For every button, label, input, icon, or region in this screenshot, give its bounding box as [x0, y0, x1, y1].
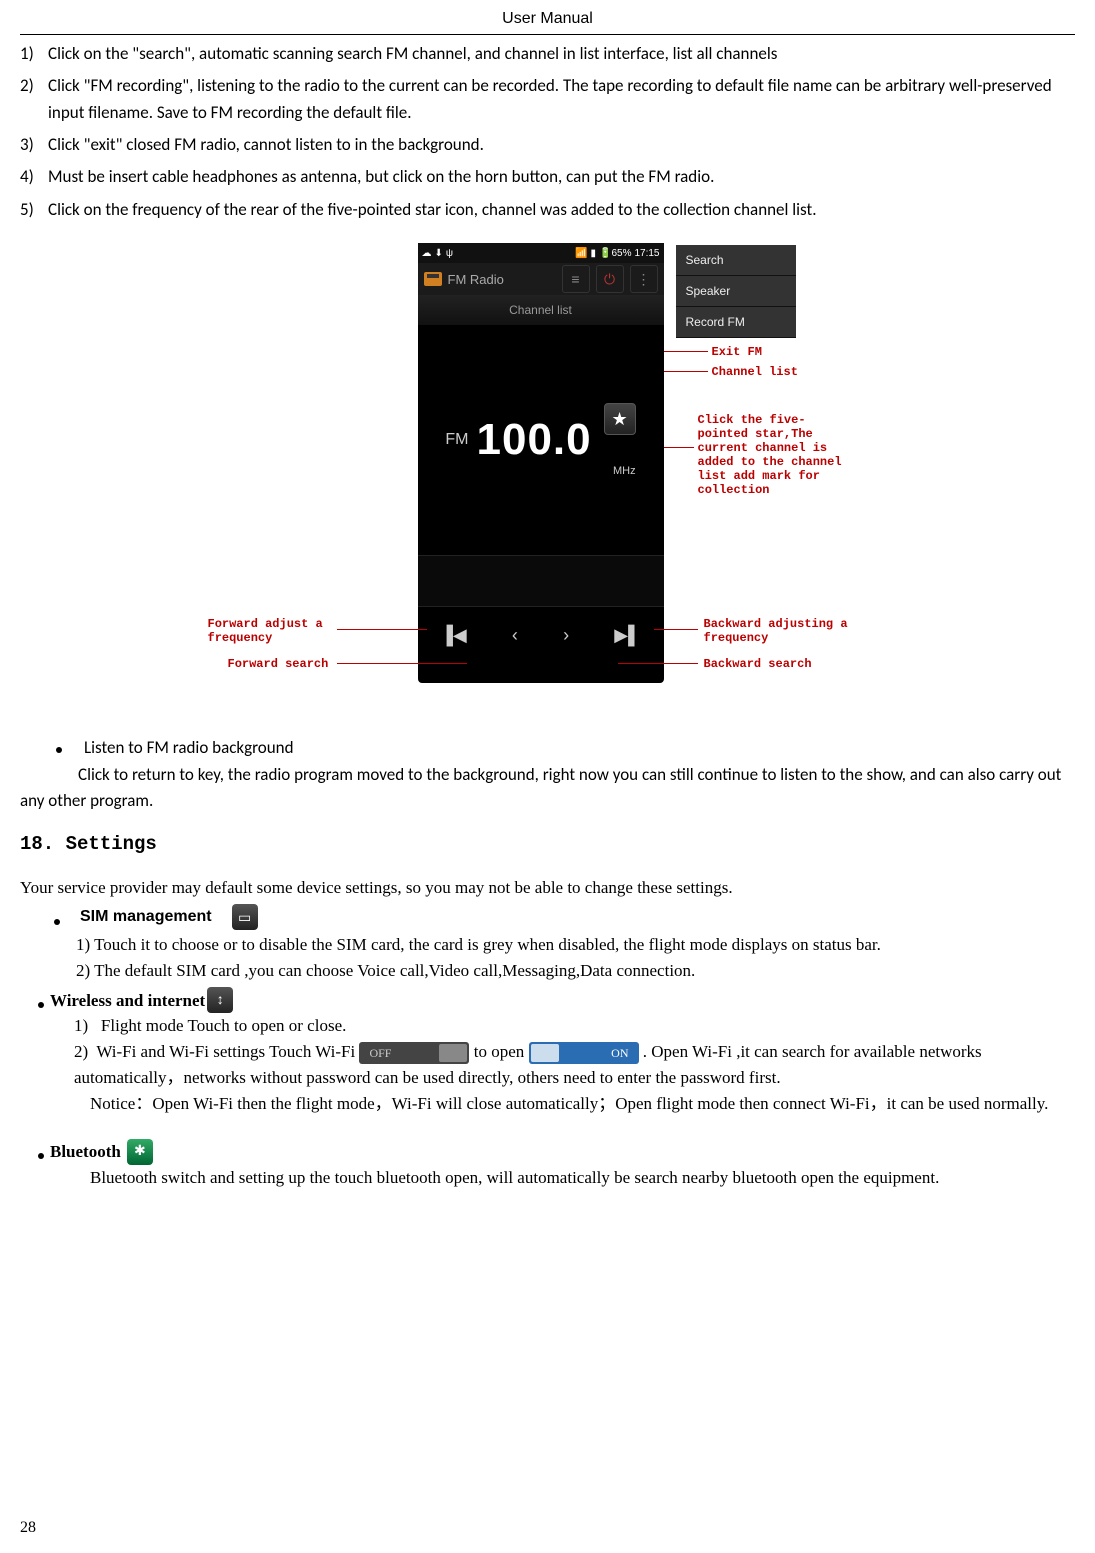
tuning-ruler[interactable]: [418, 555, 664, 607]
bullet-sim: SIM management ▭: [54, 904, 1075, 930]
fm-app-header: FM Radio ≡ ⏻ ⋮: [418, 263, 664, 295]
channel-list-bar[interactable]: Channel list: [418, 295, 664, 325]
callout-bwd-adj: Backward adjusting a frequency: [704, 617, 848, 645]
fwd-freq-button[interactable]: ›: [563, 625, 569, 646]
list-item: 3)Click "exit" closed FM radio, cannot l…: [20, 132, 1075, 158]
callout-line: [654, 629, 698, 630]
sim-title: SIM management: [80, 908, 212, 926]
list-text: Click on the frequency of the rear of th…: [48, 197, 1075, 223]
bullet-icon: [38, 1002, 44, 1008]
callout-line: [337, 629, 427, 630]
list-item: 2)Click "FM recording", listening to the…: [20, 73, 1075, 126]
bullet-body: Click to return to key, the radio progra…: [20, 762, 1075, 815]
menu-item-search[interactable]: Search: [676, 245, 796, 276]
callout-line: [337, 663, 467, 664]
callout-line: [618, 663, 698, 664]
callout-fwd-adj: Forward adjust a frequency: [208, 617, 323, 645]
power-button[interactable]: ⏻: [596, 265, 624, 293]
settings-intro: Your service provider may default some d…: [20, 875, 1075, 901]
wireless-title: Wireless and internet: [50, 988, 205, 1014]
phone-mock: ☁ ⬇ ψ 📶 ▮ 🔋65% 17:15 FM Radio ≡ ⏻ ⋮ Chan…: [418, 243, 664, 683]
frequency-value: 100.0: [477, 415, 592, 465]
page-header: User Manual: [20, 10, 1075, 28]
fm-radio-figure: ☁ ⬇ ψ 📶 ▮ 🔋65% 17:15 FM Radio ≡ ⏻ ⋮ Chan…: [198, 243, 898, 723]
wifi-on-toggle[interactable]: ON: [529, 1042, 639, 1064]
bullet-item: Listen to FM radio background: [56, 737, 1075, 758]
list-num: 4): [20, 164, 48, 190]
signal-icon: ▮: [590, 248, 596, 259]
list-num: 2): [20, 73, 48, 126]
frequency-display: FM 100.0 ★ MHz: [418, 325, 664, 555]
clock-label: 17:15: [634, 248, 659, 259]
radio-icon: [424, 272, 442, 286]
callout-line: [664, 447, 694, 448]
sim-line1: 1) Touch it to choose or to disable the …: [76, 932, 1075, 958]
list-text: Must be insert cable headphones as anten…: [48, 164, 1075, 190]
bullet-title: Listen to FM radio background: [84, 737, 294, 758]
wifi-line: 2) Wi-Fi and Wi-Fi settings Touch Wi-Fi …: [74, 1039, 1075, 1092]
bluetooth-title: Bluetooth: [50, 1139, 121, 1165]
list-num: 3): [20, 132, 48, 158]
header-rule: [20, 34, 1075, 35]
callout-chlist: Channel list: [712, 365, 798, 379]
wireless-icon: ↕: [207, 987, 233, 1013]
back-freq-button[interactable]: ‹: [512, 625, 518, 646]
callout-fwd-search: Forward search: [228, 657, 329, 671]
app-title: FM Radio: [448, 272, 504, 287]
cloud-icon: ☁: [422, 248, 432, 259]
usb-icon: ψ: [446, 248, 453, 259]
fm-instruction-list: 1)Click on the "search", automatic scann…: [20, 41, 1075, 223]
callout-line: [664, 371, 708, 372]
wifi-pre: Wi-Fi and Wi-Fi settings Touch Wi-Fi: [96, 1042, 359, 1061]
sim-line2: 2) The default SIM card ,you can choose …: [76, 958, 1075, 984]
list-text: Click "FM recording", listening to the r…: [48, 73, 1075, 126]
playback-controls: ▐◀ ‹ › ▶▌: [418, 607, 664, 663]
list-text: Click "exit" closed FM radio, cannot lis…: [48, 132, 1075, 158]
wifi-icon: 📶: [575, 248, 587, 259]
favorite-star-button[interactable]: ★: [604, 403, 636, 435]
callout-line: [664, 351, 708, 352]
wifi-mid: to open: [474, 1042, 529, 1061]
flight-mode-line: 1) Flight mode Touch to open or close.: [74, 1013, 1075, 1039]
menu-button[interactable]: ⋮: [630, 265, 658, 293]
num: 2): [74, 1042, 88, 1061]
status-bar: ☁ ⬇ ψ 📶 ▮ 🔋65% 17:15: [418, 243, 664, 263]
bullet-icon: [38, 1153, 44, 1159]
battery-label: 🔋65%: [599, 248, 631, 259]
list-item: 4)Must be insert cable headphones as ant…: [20, 164, 1075, 190]
list-item: 5)Click on the frequency of the rear of …: [20, 197, 1075, 223]
bullet-icon: [56, 747, 62, 753]
num: 1): [74, 1016, 88, 1035]
download-icon: ⬇: [435, 248, 443, 259]
wifi-off-toggle[interactable]: OFF: [359, 1042, 469, 1064]
callout-bwd-search: Backward search: [704, 657, 812, 671]
menu-item-record[interactable]: Record FM: [676, 307, 796, 338]
callout-exit: Exit FM: [712, 345, 762, 359]
prev-search-button[interactable]: ▐◀: [440, 625, 467, 646]
wifi-notice: Notice：Open Wi-Fi then the flight mode，W…: [90, 1091, 1075, 1117]
callout-star: Click the five- pointed star,The current…: [698, 413, 842, 497]
sim-icon: ▭: [232, 904, 258, 930]
bullet-icon: [54, 919, 60, 925]
list-num: 5): [20, 197, 48, 223]
fm-label: FM: [445, 431, 468, 449]
list-text: Click on the "search", automatic scannin…: [48, 41, 1075, 67]
list-num: 1): [20, 41, 48, 67]
overflow-menu: Search Speaker Record FM: [676, 245, 796, 338]
page-number: 28: [20, 1519, 36, 1537]
flight-text: Flight mode Touch to open or close.: [101, 1016, 346, 1035]
mhz-label: MHz: [613, 465, 636, 477]
list-item: 1)Click on the "search", automatic scann…: [20, 41, 1075, 67]
menu-item-speaker[interactable]: Speaker: [676, 276, 796, 307]
section-heading-settings: 18. Settings: [20, 833, 1075, 855]
list-button[interactable]: ≡: [562, 265, 590, 293]
next-search-button[interactable]: ▶▌: [614, 625, 641, 646]
bluetooth-icon: ✱: [127, 1139, 153, 1165]
bluetooth-body: Bluetooth switch and setting up the touc…: [90, 1165, 1075, 1191]
